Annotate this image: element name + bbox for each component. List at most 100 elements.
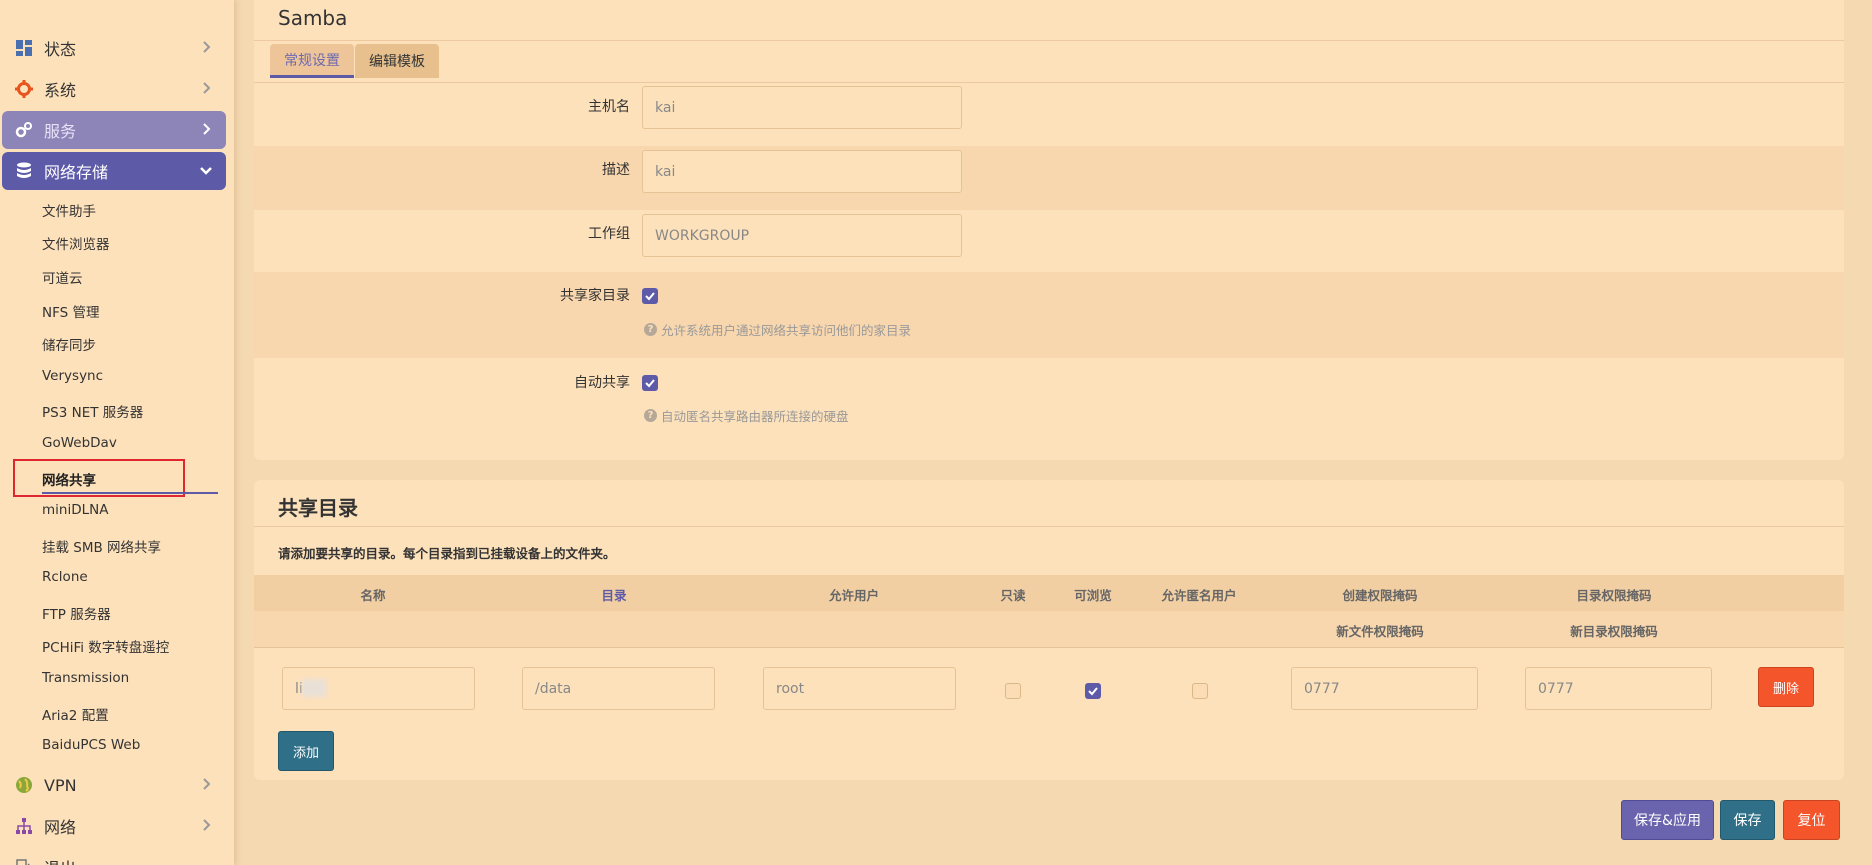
sidebar-item-label: 状态	[44, 40, 77, 59]
description-input[interactable]	[642, 150, 962, 193]
field-label: 自动共享	[574, 375, 630, 391]
database-icon	[14, 161, 34, 181]
sidebar-subitem[interactable]: PS3 NET 服务器	[42, 401, 143, 421]
table-row: 删除	[254, 648, 1844, 724]
sidebar-subitem[interactable]: Rclone	[42, 569, 88, 585]
field-label: 共享家目录	[560, 288, 630, 304]
browseable-checkbox[interactable]	[1085, 683, 1101, 699]
shared-directories-panel: 共享目录 请添加要共享的目录。每个目录指到已挂载设备上的文件夹。 名称 目录 允…	[254, 480, 1844, 780]
logout-icon	[14, 857, 34, 865]
sidebar-subitem[interactable]: 可道云	[42, 267, 83, 287]
tab-edit-template[interactable]: 编辑模板	[355, 44, 439, 78]
sidebar-item-label: 服务	[44, 122, 77, 141]
share-path-input[interactable]	[522, 667, 715, 710]
add-button[interactable]: 添加	[278, 731, 334, 771]
active-underline	[42, 492, 218, 494]
help-text: ? 允许系统用户通过网络共享访问他们的家目录	[644, 320, 911, 339]
auto-share-checkbox[interactable]	[642, 375, 658, 391]
form-row-workgroup: 工作组	[254, 210, 1844, 272]
check-icon	[1088, 687, 1098, 696]
table-header: 名称 目录 允许用户 只读 可浏览 允许匿名用户 创建权限掩码 目录权限掩码	[254, 575, 1844, 611]
tab-general-settings[interactable]: 常规设置	[270, 44, 354, 78]
chevron-down-icon	[198, 162, 214, 178]
sidebar-item-network-storage[interactable]: 网络存储	[2, 152, 226, 190]
sidebar-subitem[interactable]: BaiduPCS Web	[42, 737, 140, 753]
chevron-right-icon	[198, 80, 214, 96]
chevron-right-icon	[198, 121, 214, 137]
question-icon: ?	[644, 409, 657, 422]
sidebar-subitem[interactable]: 文件助手	[42, 200, 96, 220]
column-header-browseable: 可浏览	[1074, 588, 1112, 603]
create-mask-input[interactable]	[1291, 667, 1478, 710]
chevron-right-icon	[198, 39, 214, 55]
column-subheader-dir-mask: 新目录权限掩码	[1570, 624, 1658, 639]
sidebar-item-vpn[interactable]: VPN	[2, 766, 226, 804]
section-title: 共享目录	[278, 496, 358, 520]
hostname-input[interactable]	[642, 86, 962, 129]
sidebar-item-label: 退出	[44, 855, 76, 865]
sidebar: 状态 系统 服务 网络存储 文件助手 文件浏览器 可道云 NFS 管理 储存同步…	[0, 0, 234, 865]
dashboard-icon	[14, 38, 34, 58]
hint-text: 自动匿名共享路由器所连接的硬盘	[661, 409, 849, 424]
sidebar-subitem-active[interactable]: 网络共享	[42, 469, 96, 489]
dir-mask-input[interactable]	[1525, 667, 1712, 710]
sidebar-item-services[interactable]: 服务	[2, 111, 226, 149]
form-row-auto-share: 自动共享 ? 自动匿名共享路由器所连接的硬盘	[254, 358, 1844, 444]
table-subheader: 新文件权限掩码 新目录权限掩码	[254, 611, 1844, 647]
readonly-checkbox[interactable]	[1005, 683, 1021, 699]
save-apply-button[interactable]: 保存&应用	[1621, 800, 1714, 840]
column-header-readonly: 只读	[1000, 588, 1026, 603]
share-users-input[interactable]	[763, 667, 956, 710]
column-header-guest: 允许匿名用户	[1161, 588, 1237, 603]
divider	[254, 526, 1844, 527]
field-label: 描述	[602, 162, 630, 178]
sidebar-subitem[interactable]: GoWebDav	[42, 435, 117, 451]
guest-checkbox[interactable]	[1192, 683, 1208, 699]
field-label: 主机名	[588, 99, 630, 115]
sidebar-subitem[interactable]: PCHiFi 数字转盘遥控	[42, 636, 169, 656]
sidebar-subitem[interactable]: NFS 管理	[42, 301, 100, 321]
column-header-dir-mask: 目录权限掩码	[1576, 588, 1652, 603]
sidebar-subitem[interactable]: miniDLNA	[42, 502, 108, 518]
form-row-hostname: 主机名	[254, 83, 1844, 145]
share-homes-checkbox[interactable]	[642, 288, 658, 304]
form-row-description: 描述	[254, 146, 1844, 210]
check-icon	[645, 292, 655, 301]
column-header-users: 允许用户	[828, 588, 880, 603]
sidebar-item-network[interactable]: 网络	[2, 807, 226, 845]
sidebar-item-label: 系统	[44, 81, 77, 100]
column-header-name: 名称	[360, 588, 386, 603]
sidebar-subitem[interactable]: 文件浏览器	[42, 233, 110, 253]
sidebar-subitem[interactable]: Aria2 配置	[42, 704, 109, 724]
cogs-icon	[14, 120, 34, 140]
gear-icon	[14, 79, 34, 99]
sidebar-subitem[interactable]: FTP 服务器	[42, 603, 111, 623]
save-button[interactable]: 保存	[1720, 800, 1775, 840]
reset-button[interactable]: 复位	[1783, 800, 1840, 840]
column-header-path[interactable]: 目录	[601, 585, 626, 604]
sidebar-item-status[interactable]: 状态	[2, 29, 226, 67]
panel-title: Samba	[278, 6, 348, 30]
chevron-right-icon	[198, 817, 214, 833]
chevron-right-icon	[198, 776, 214, 792]
section-description: 请添加要共享的目录。每个目录指到已挂载设备上的文件夹。	[278, 546, 616, 561]
workgroup-input[interactable]	[642, 214, 962, 257]
sitemap-icon	[14, 816, 34, 836]
field-label: 工作组	[588, 226, 630, 242]
samba-panel: Samba 常规设置 编辑模板 主机名 描述 工作组 共享家目录 ? 允许系统用…	[254, 0, 1844, 460]
column-subheader-create-mask: 新文件权限掩码	[1336, 624, 1424, 639]
question-icon: ?	[644, 323, 657, 336]
hint-text: 允许系统用户通过网络共享访问他们的家目录	[661, 323, 912, 338]
help-text: ? 自动匿名共享路由器所连接的硬盘	[644, 406, 849, 425]
sidebar-item-logout[interactable]: 退出	[2, 848, 226, 865]
delete-button[interactable]: 删除	[1758, 667, 1814, 707]
column-header-create-mask: 创建权限掩码	[1342, 588, 1418, 603]
sidebar-item-system[interactable]: 系统	[2, 70, 226, 108]
check-icon	[645, 379, 655, 388]
divider	[254, 40, 1844, 41]
sidebar-subitem[interactable]: 挂载 SMB 网络共享	[42, 536, 161, 556]
sidebar-subitem[interactable]: Verysync	[42, 368, 103, 384]
sidebar-subitem[interactable]: Transmission	[42, 670, 129, 686]
sidebar-subitem[interactable]: 储存同步	[42, 334, 96, 354]
globe-icon	[14, 775, 34, 795]
